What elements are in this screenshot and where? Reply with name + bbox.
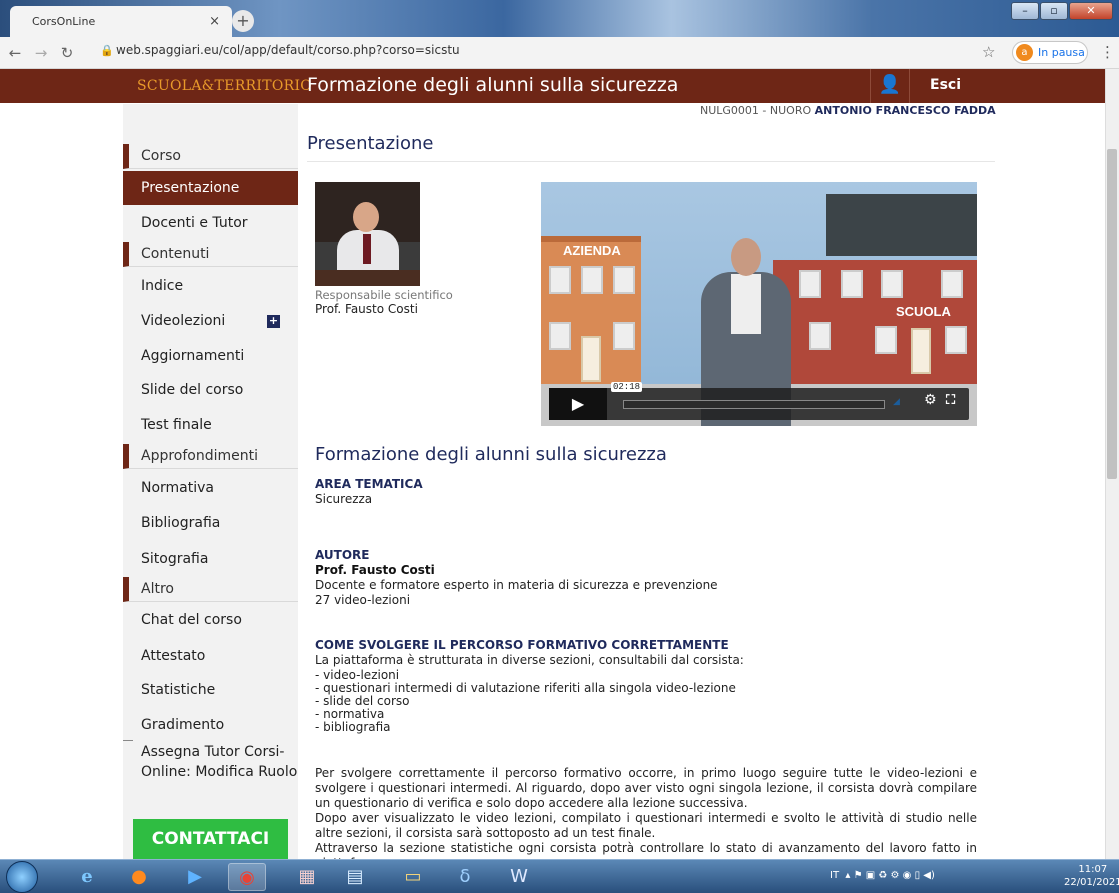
sidebar-item-sitografia[interactable]: Sitografia [123,542,298,576]
instructions-paragraph-3: Attraverso la sezione statistiche ogni c… [315,841,977,859]
lock-icon[interactable]: 🔒 [100,44,114,57]
sidebar-section-corso: Corso [123,144,298,169]
autore-label: AUTORE [315,548,370,562]
profile-avatar: a [1016,44,1033,61]
minimize-button[interactable]: – [1011,2,1039,20]
come-svolgere-intro: La piattaforma è strutturata in diverse … [315,653,744,667]
assegna-line-2: Online: Modifica Ruolo [141,764,298,780]
course-title: Formazione degli alunni sulla sicurezza [307,74,679,96]
video-progress-bar[interactable] [623,400,885,409]
back-icon[interactable]: ← [4,44,26,62]
autore-description: Docente e formatore esperto in materia d… [315,578,718,592]
clock-date: 22/01/2021 [1064,877,1119,888]
bookmark-star-icon[interactable]: ☆ [982,43,995,61]
forward-icon[interactable]: → [30,44,52,62]
sidebar-item-assegna-tutor[interactable]: Assegna Tutor Corsi- Online: Modifica Ru… [123,742,298,782]
autore-count: 27 video-lezioni [315,593,411,607]
sidebar-item-bibliografia[interactable]: Bibliografia [123,506,298,540]
logout-button[interactable]: Esci [930,77,961,93]
sidebar-section-altro: Altro [123,577,298,602]
new-tab-button[interactable]: + [232,10,254,32]
sidebar-item-videolezioni[interactable]: Videolezioni + [123,304,298,338]
system-tray: IT ▴ ⚑ ▣ ♻ ⚙ ◉ ▯ ◀) [830,870,935,881]
sidebar-divider [123,740,133,741]
sidebar-section-contenuti: Contenuti [123,242,298,267]
sidebar: Corso Presentazione Docenti e Tutor Cont… [123,104,298,861]
scrollbar-thumb[interactable] [1107,149,1117,479]
page-title: Presentazione [307,133,434,154]
window-controls: – ▫ ✕ [1010,2,1113,20]
reload-icon[interactable]: ↻ [56,44,78,62]
clock-time: 11:07 [1078,864,1108,875]
contattaci-button[interactable]: CONTATTACI [133,819,288,861]
profile-status: In pausa [1038,46,1085,59]
sidebar-item-videolezioni-label: Videolezioni [141,313,226,329]
url-field[interactable]: web.spaggiari.eu/col/app/default/corso.p… [116,43,460,57]
volume-icon[interactable]: ◢ [893,397,900,407]
expand-plus-icon[interactable]: + [267,315,280,328]
tab-close-icon[interactable]: × [209,14,220,29]
word-icon[interactable]: W [500,863,538,891]
sidebar-item-normativa[interactable]: Normativa [123,471,298,505]
play-button[interactable]: ▶ [549,388,607,420]
site-header: SCUOLA&TERRITORIO Formazione degli alunn… [0,69,1105,103]
language-indicator[interactable]: IT [830,870,839,881]
windows-taskbar: e ● ▶ ◉ ▦ ▤ ▭ δ W IT ▴ ⚑ ▣ ♻ ⚙ ◉ ▯ ◀) 11… [0,859,1119,893]
heading-divider [307,161,995,162]
video-label-scuola: SCUOLA [896,304,951,319]
site-logo[interactable]: SCUOLA&TERRITORIO [137,78,312,94]
user-name: ANTONIO FRANCESCO FADDA [814,104,996,117]
autore-name: Prof. Fausto Costi [315,563,435,577]
page-scrollbar[interactable] [1105,69,1119,859]
sidebar-item-aggiornamenti[interactable]: Aggiornamenti [123,339,298,373]
video-label-azienda: AZIENDA [563,243,621,258]
close-window-button[interactable]: ✕ [1069,2,1113,20]
media-player-icon[interactable]: ▶ [176,863,214,891]
browser-tab[interactable]: CorsOnLine × [10,6,232,37]
come-svolgere-label: COME SVOLGERE IL PERCORSO FORMATIVO CORR… [315,638,729,652]
sidebar-item-presentazione[interactable]: Presentazione [123,171,298,205]
responsabile-photo [315,182,420,286]
sidebar-item-slide[interactable]: Slide del corso [123,373,298,407]
maximize-button[interactable]: ▫ [1040,2,1068,20]
sidebar-item-attestato[interactable]: Attestato [123,639,298,673]
internet-explorer-icon[interactable]: e [68,863,106,891]
sidebar-item-indice[interactable]: Indice [123,269,298,303]
calculator-icon[interactable]: ▤ [336,863,374,891]
sidebar-item-docenti[interactable]: Docenti e Tutor [123,206,298,240]
profile-button[interactable]: a In pausa [1012,41,1088,64]
clock[interactable]: 11:07 22/01/2021 [1064,863,1119,889]
instructions-paragraph-1: Per svolgere correttamente il percorso f… [315,766,977,810]
list-item: - bibliografia [315,720,391,734]
area-tematica-value: Sicurezza [315,492,373,506]
app-icon[interactable]: ▦ [288,863,326,891]
menu-kebab-icon[interactable]: ⋮ [1100,43,1115,61]
user-code: NULG0001 - NUORO [700,104,815,117]
start-button[interactable] [6,861,38,893]
assegna-line-1: Assegna Tutor Corsi- [141,744,285,760]
tab-title: CorsOnLine [32,15,96,28]
sidebar-section-approfondimenti: Approfondimenti [123,444,298,469]
area-tematica-label: AREA TEMATICA [315,477,423,491]
delta-app-icon[interactable]: δ [446,863,484,891]
instructions-paragraph-2: Dopo aver visualizzato le video lezioni,… [315,811,977,840]
section-title: Formazione degli alunni sulla sicurezza [315,444,667,465]
firefox-icon[interactable]: ● [120,863,158,891]
user-info: NULG0001 - NUORO ANTONIO FRANCESCO FADDA [700,104,996,117]
responsabile-name: Prof. Fausto Costi [315,302,418,316]
user-icon[interactable]: 👤 [870,69,910,103]
video-player[interactable]: AZIENDA SCUOLA ▶ 02:18 ◢ ⚙ ⛶ [541,182,977,426]
sidebar-item-statistiche[interactable]: Statistiche [123,673,298,707]
file-explorer-icon[interactable]: ▭ [394,863,432,891]
fullscreen-icon[interactable]: ⛶ [946,393,955,408]
sidebar-item-test-finale[interactable]: Test finale [123,408,298,442]
window-titlebar: CorsOnLine × + – ▫ ✕ [0,0,1119,37]
responsabile-label: Responsabile scientifico [315,288,453,302]
address-bar: ← → ↻ 🔒 web.spaggiari.eu/col/app/default… [0,37,1119,69]
chrome-icon[interactable]: ◉ [228,863,266,891]
settings-gear-icon[interactable]: ⚙ [924,392,937,408]
sidebar-item-gradimento[interactable]: Gradimento [123,708,298,742]
video-time: 02:18 [611,382,643,392]
sidebar-item-chat[interactable]: Chat del corso [123,603,298,637]
